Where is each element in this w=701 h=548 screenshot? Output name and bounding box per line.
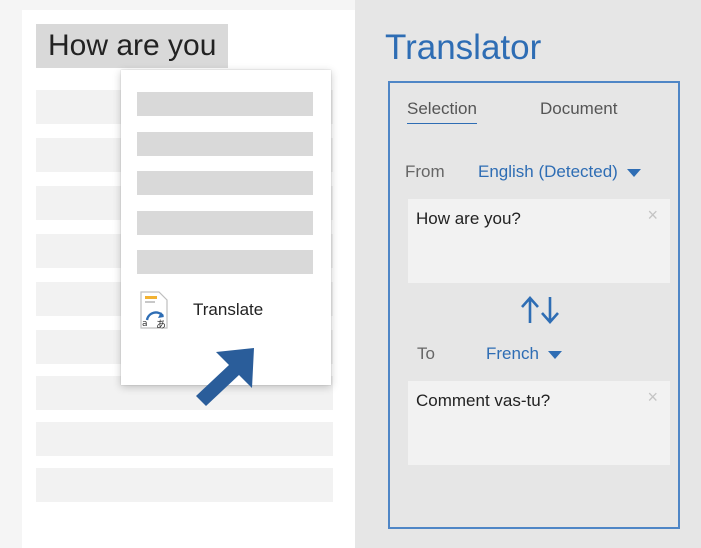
chevron-down-icon xyxy=(626,168,641,177)
selected-heading-text[interactable]: How are you xyxy=(36,24,229,68)
svg-text:a: a xyxy=(142,319,148,329)
to-language-value: French xyxy=(486,344,539,363)
swap-languages-icon[interactable] xyxy=(516,293,564,327)
to-language-dropdown[interactable]: French xyxy=(486,344,562,364)
menu-item-placeholder[interactable] xyxy=(137,132,313,156)
target-text: Comment vas-tu? xyxy=(416,391,551,410)
translate-menu-item[interactable]: a あ Translate xyxy=(131,286,321,336)
clear-icon[interactable]: × xyxy=(647,387,658,408)
document-text-line xyxy=(36,468,333,502)
from-language-dropdown[interactable]: English (Detected) xyxy=(478,162,641,182)
chevron-down-icon xyxy=(547,350,562,359)
clear-icon[interactable]: × xyxy=(647,205,658,226)
menu-item-placeholder[interactable] xyxy=(137,171,313,195)
document-text-line xyxy=(36,422,333,456)
translate-icon: a あ xyxy=(140,291,168,330)
translate-label: Translate xyxy=(193,300,264,319)
source-text-box[interactable]: How are you? × xyxy=(408,199,670,283)
from-label: From xyxy=(405,162,445,181)
menu-item-placeholder[interactable] xyxy=(137,211,313,235)
translator-title: Translator xyxy=(385,28,542,67)
to-label: To xyxy=(417,344,435,363)
source-text: How are you? xyxy=(416,209,521,228)
menu-item-placeholder[interactable] xyxy=(137,92,313,116)
translator-pane: Translator Selection Document From Engli… xyxy=(355,0,701,548)
pointer-arrow-icon xyxy=(196,348,254,406)
target-text-box[interactable]: Comment vas-tu? × xyxy=(408,381,670,465)
from-language-value: English (Detected) xyxy=(478,162,618,181)
tab-document[interactable]: Document xyxy=(540,99,617,123)
menu-item-placeholder[interactable] xyxy=(137,250,313,274)
svg-text:あ: あ xyxy=(156,319,166,330)
translator-panel: Selection Document From English (Detecte… xyxy=(388,81,680,529)
tab-selection[interactable]: Selection xyxy=(407,99,477,124)
document-pane: How are you a あ Translate xyxy=(0,0,355,548)
context-menu: a あ Translate xyxy=(121,70,331,385)
